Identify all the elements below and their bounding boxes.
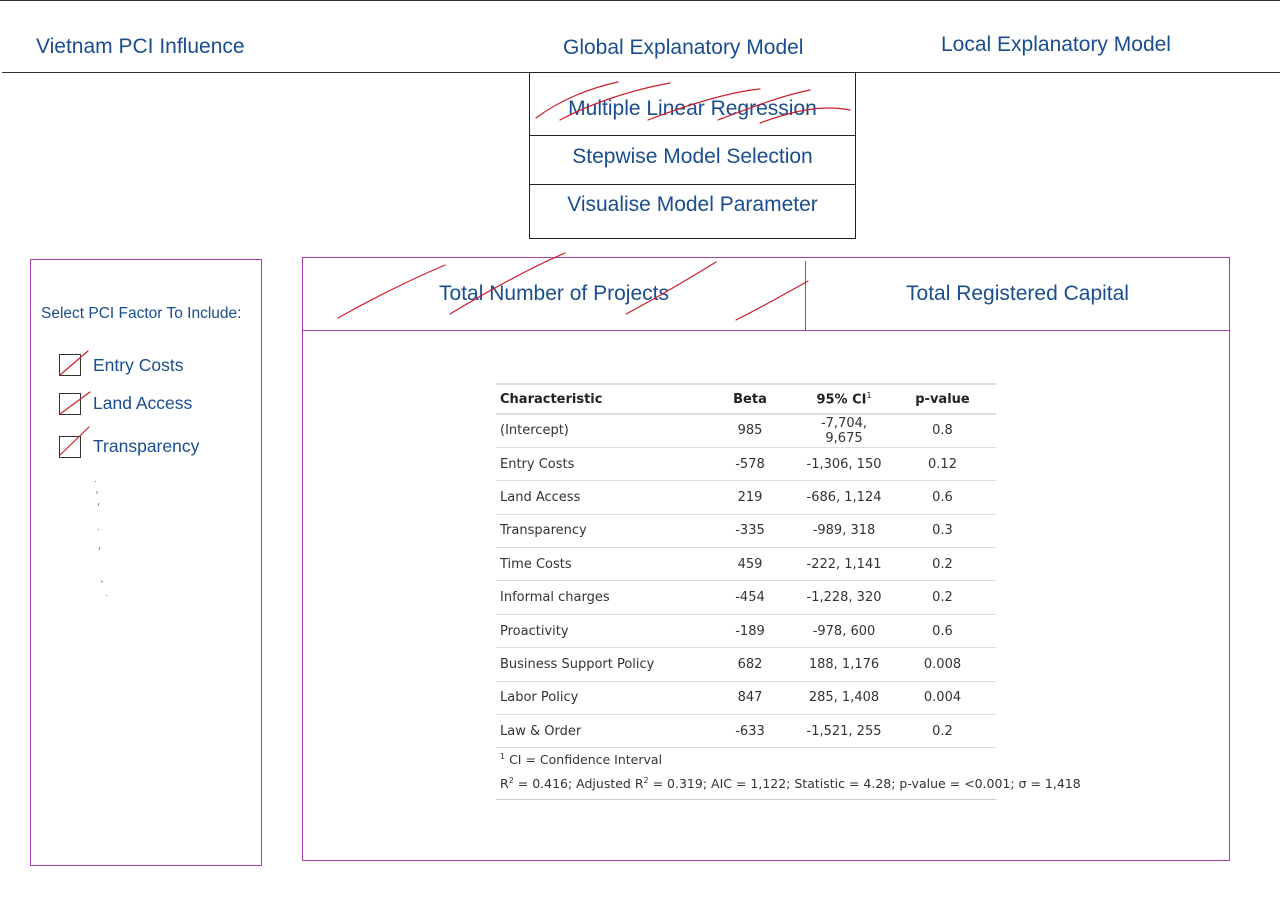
header-p-value: p-value — [889, 383, 996, 415]
checkbox-entry-costs[interactable] — [59, 354, 81, 376]
nav-vietnam-pci-influence[interactable]: Vietnam PCI Influence — [36, 35, 245, 59]
top-border — [0, 0, 1280, 1]
cell-p-value: 0.6 — [889, 480, 996, 515]
cell-ci: -989, 318 — [799, 514, 889, 549]
table-row: Labor Policy 847 285, 1,408 0.004 — [496, 681, 996, 716]
header-ci: 95% CI1 — [799, 383, 889, 415]
cell-p-value: 0.6 — [889, 614, 996, 649]
cell-characteristic: Law & Order — [496, 714, 701, 749]
table-row: (Intercept) 985 -7,704, 9,675 0.8 — [496, 414, 996, 448]
cell-p-value: 0.2 — [889, 580, 996, 615]
checkbox-transparency[interactable] — [59, 436, 81, 458]
table-row: Law & Order -633 -1,521, 255 0.2 — [496, 714, 996, 749]
menu-item-multiple-linear-regression[interactable]: Multiple Linear Regression — [530, 97, 855, 121]
sidebar-title: Select PCI Factor To Include: — [41, 305, 242, 322]
nav-global-explanatory-model[interactable]: Global Explanatory Model — [563, 36, 803, 60]
cell-ci: -1,228, 320 — [799, 580, 889, 615]
table-row: Business Support Policy 682 188, 1,176 0.00… — [496, 647, 996, 682]
cell-beta: 682 — [701, 647, 799, 682]
header-ci-text: 95% CI — [816, 392, 867, 408]
cell-characteristic: Entry Costs — [496, 447, 701, 482]
menu-item-stepwise-model-selection[interactable]: Stepwise Model Selection — [530, 145, 855, 169]
cell-p-value: 0.2 — [889, 714, 996, 749]
model-dropdown-menu: Multiple Linear Regression Stepwise Mode… — [529, 72, 856, 239]
footnote-text: CI = Confidence Interval — [509, 752, 663, 768]
table-row: Transparency -335 -989, 318 0.3 — [496, 514, 996, 549]
cell-beta: -189 — [701, 614, 799, 649]
cell-characteristic: Informal charges — [496, 580, 701, 615]
table-bottom-rule — [496, 799, 996, 800]
cell-beta: 459 — [701, 547, 799, 582]
checkbox-land-access[interactable] — [59, 393, 81, 415]
model-stats: R2 = 0.416; Adjusted R2 = 0.319; AIC = 1… — [500, 776, 1081, 791]
cell-beta: -633 — [701, 714, 799, 749]
table-row: Informal charges -454 -1,228, 320 0.2 — [496, 580, 996, 615]
menu-divider — [530, 135, 855, 136]
cell-p-value: 0.12 — [889, 447, 996, 482]
pci-factor-sidebar: Select PCI Factor To Include: Entry Cost… — [30, 259, 262, 866]
footnote-sup: 1 — [500, 752, 506, 761]
cell-characteristic: Labor Policy — [496, 681, 701, 716]
regression-table: Characteristic Beta 95% CI1 p-value (Int… — [496, 383, 996, 749]
main-panel: Total Number of Projects Total Registere… — [302, 257, 1230, 861]
cell-ci: -686, 1,124 — [799, 480, 889, 515]
table-row: Time Costs 459 -222, 1,141 0.2 — [496, 547, 996, 582]
cell-beta: -454 — [701, 580, 799, 615]
menu-divider — [530, 184, 855, 185]
cell-p-value: 0.8 — [889, 414, 996, 448]
header-beta: Beta — [701, 383, 799, 415]
table-row: Land Access 219 -686, 1,124 0.6 — [496, 480, 996, 515]
cell-characteristic: Time Costs — [496, 547, 701, 582]
cell-ci: -222, 1,141 — [799, 547, 889, 582]
stats-tail: = 0.319; AIC = 1,122; Statistic = 4.28; … — [648, 776, 1081, 792]
stats-r2-label: R — [500, 776, 509, 792]
table-row: Entry Costs -578 -1,306, 150 0.12 — [496, 447, 996, 482]
tab-total-registered-capital[interactable]: Total Registered Capital — [806, 258, 1229, 330]
cell-p-value: 0.3 — [889, 514, 996, 549]
header-characteristic: Characteristic — [496, 383, 701, 415]
tab-total-number-of-projects[interactable]: Total Number of Projects — [303, 258, 805, 330]
cell-p-value: 0.2 — [889, 547, 996, 582]
cell-ci: -1,521, 255 — [799, 714, 889, 749]
cell-beta: -578 — [701, 447, 799, 482]
cell-ci: -7,704, 9,675 — [799, 414, 889, 448]
cell-ci: 285, 1,408 — [799, 681, 889, 716]
cell-characteristic: Land Access — [496, 480, 701, 515]
cell-ci: -1,306, 150 — [799, 447, 889, 482]
header-ci-sup: 1 — [866, 390, 872, 400]
cell-p-value: 0.004 — [889, 681, 996, 716]
menu-item-visualise-model-parameter[interactable]: Visualise Model Parameter — [530, 193, 855, 217]
table-row: Proactivity -189 -978, 600 0.6 — [496, 614, 996, 649]
cell-characteristic: Business Support Policy — [496, 647, 701, 682]
table-header-row: Characteristic Beta 95% CI1 p-value — [496, 383, 996, 415]
cell-characteristic: (Intercept) — [496, 414, 701, 448]
checkbox-label-transparency: Transparency — [93, 436, 200, 456]
cell-characteristic: Proactivity — [496, 614, 701, 649]
cell-beta: 219 — [701, 480, 799, 515]
cell-ci: 188, 1,176 — [799, 647, 889, 682]
cell-ci: -978, 600 — [799, 614, 889, 649]
cell-beta: 985 — [701, 414, 799, 448]
table-footnote: 1 CI = Confidence Interval — [500, 752, 662, 767]
checkbox-label-land-access: Land Access — [93, 393, 193, 413]
stats-middle: = 0.416; Adjusted R — [513, 776, 644, 792]
tab-bar-divider — [303, 330, 1229, 331]
cell-characteristic: Transparency — [496, 514, 701, 549]
nav-local-explanatory-model[interactable]: Local Explanatory Model — [941, 33, 1171, 57]
cell-beta: -335 — [701, 514, 799, 549]
cell-beta: 847 — [701, 681, 799, 716]
cell-p-value: 0.008 — [889, 647, 996, 682]
checkbox-label-entry-costs: Entry Costs — [93, 355, 184, 375]
